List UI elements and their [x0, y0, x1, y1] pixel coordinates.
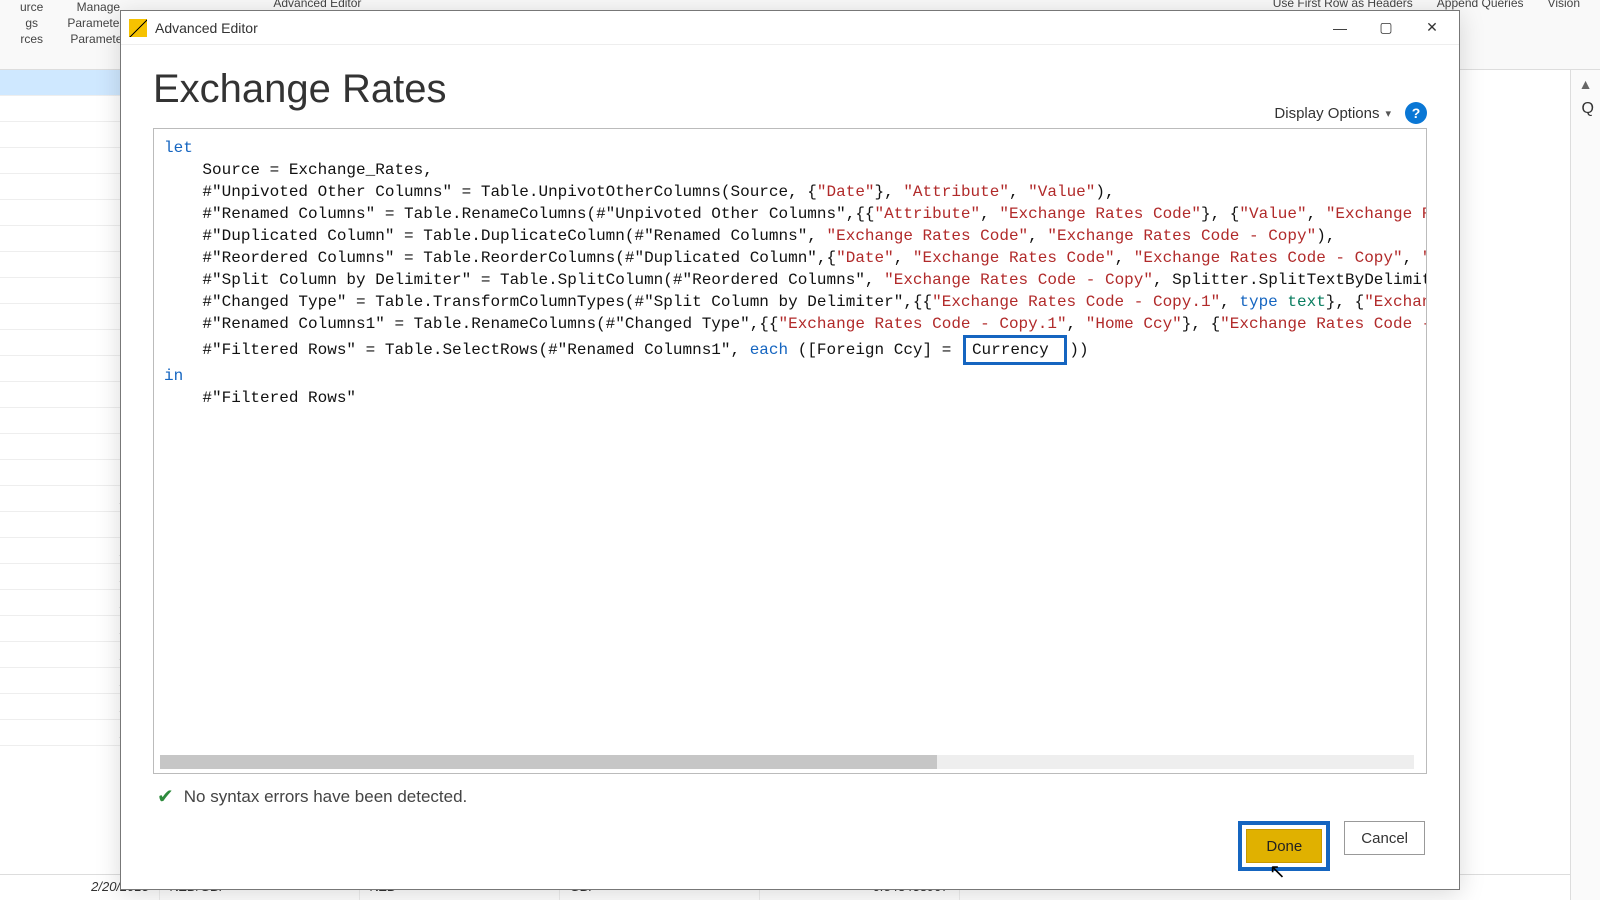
dialog-button-row: Done Cancel — [121, 817, 1459, 889]
scroll-up-icon[interactable]: ▲ — [1571, 70, 1600, 92]
syntax-status-text: No syntax errors have been detected. — [184, 787, 468, 807]
done-highlight: Done — [1238, 821, 1330, 871]
param-highlight: Currency — [963, 335, 1067, 365]
ribbon-text: gs — [25, 16, 38, 30]
advanced-editor-dialog: Advanced Editor — ▢ ✕ Exchange Rates Dis… — [120, 10, 1460, 890]
ribbon-text: rces — [20, 32, 43, 46]
ribbon-text: urce — [20, 0, 43, 14]
ribbon-text: Append Queries — [1437, 0, 1524, 10]
done-button[interactable]: Done — [1246, 829, 1322, 863]
titlebar: Advanced Editor — ▢ ✕ — [121, 11, 1459, 45]
horizontal-scrollbar[interactable] — [160, 755, 1414, 769]
app-icon — [129, 19, 147, 37]
ribbon-text: Use First Row as Headers — [1273, 0, 1413, 10]
ribbon-text: Parameter — [70, 32, 126, 46]
close-button[interactable]: ✕ — [1409, 13, 1455, 43]
maximize-button[interactable]: ▢ — [1363, 13, 1409, 43]
help-icon[interactable]: ? — [1405, 102, 1427, 124]
scrollbar-thumb[interactable] — [160, 755, 937, 769]
query-name-heading: Exchange Rates — [153, 67, 447, 112]
right-query-pane: ▲ — [1570, 70, 1600, 900]
ribbon-text: Vision — [1548, 0, 1580, 10]
minimize-button[interactable]: — — [1317, 13, 1363, 43]
check-icon: ✔ — [157, 784, 174, 809]
display-options-label: Display Options — [1274, 105, 1379, 122]
queries-pane-label: Q — [1582, 100, 1594, 118]
display-options-dropdown[interactable]: Display Options ▾ — [1274, 105, 1391, 122]
cancel-button[interactable]: Cancel — [1344, 821, 1425, 855]
advanced-editor-chip: Advanced Editor — [273, 0, 361, 10]
syntax-status: ✔ No syntax errors have been detected. — [153, 774, 1427, 817]
chevron-down-icon: ▾ — [1385, 107, 1391, 120]
code-editor[interactable]: let Source = Exchange_Rates, #"Unpivoted… — [153, 128, 1427, 774]
ribbon-text: Manage — [77, 0, 120, 14]
dialog-title: Advanced Editor — [155, 20, 1317, 36]
